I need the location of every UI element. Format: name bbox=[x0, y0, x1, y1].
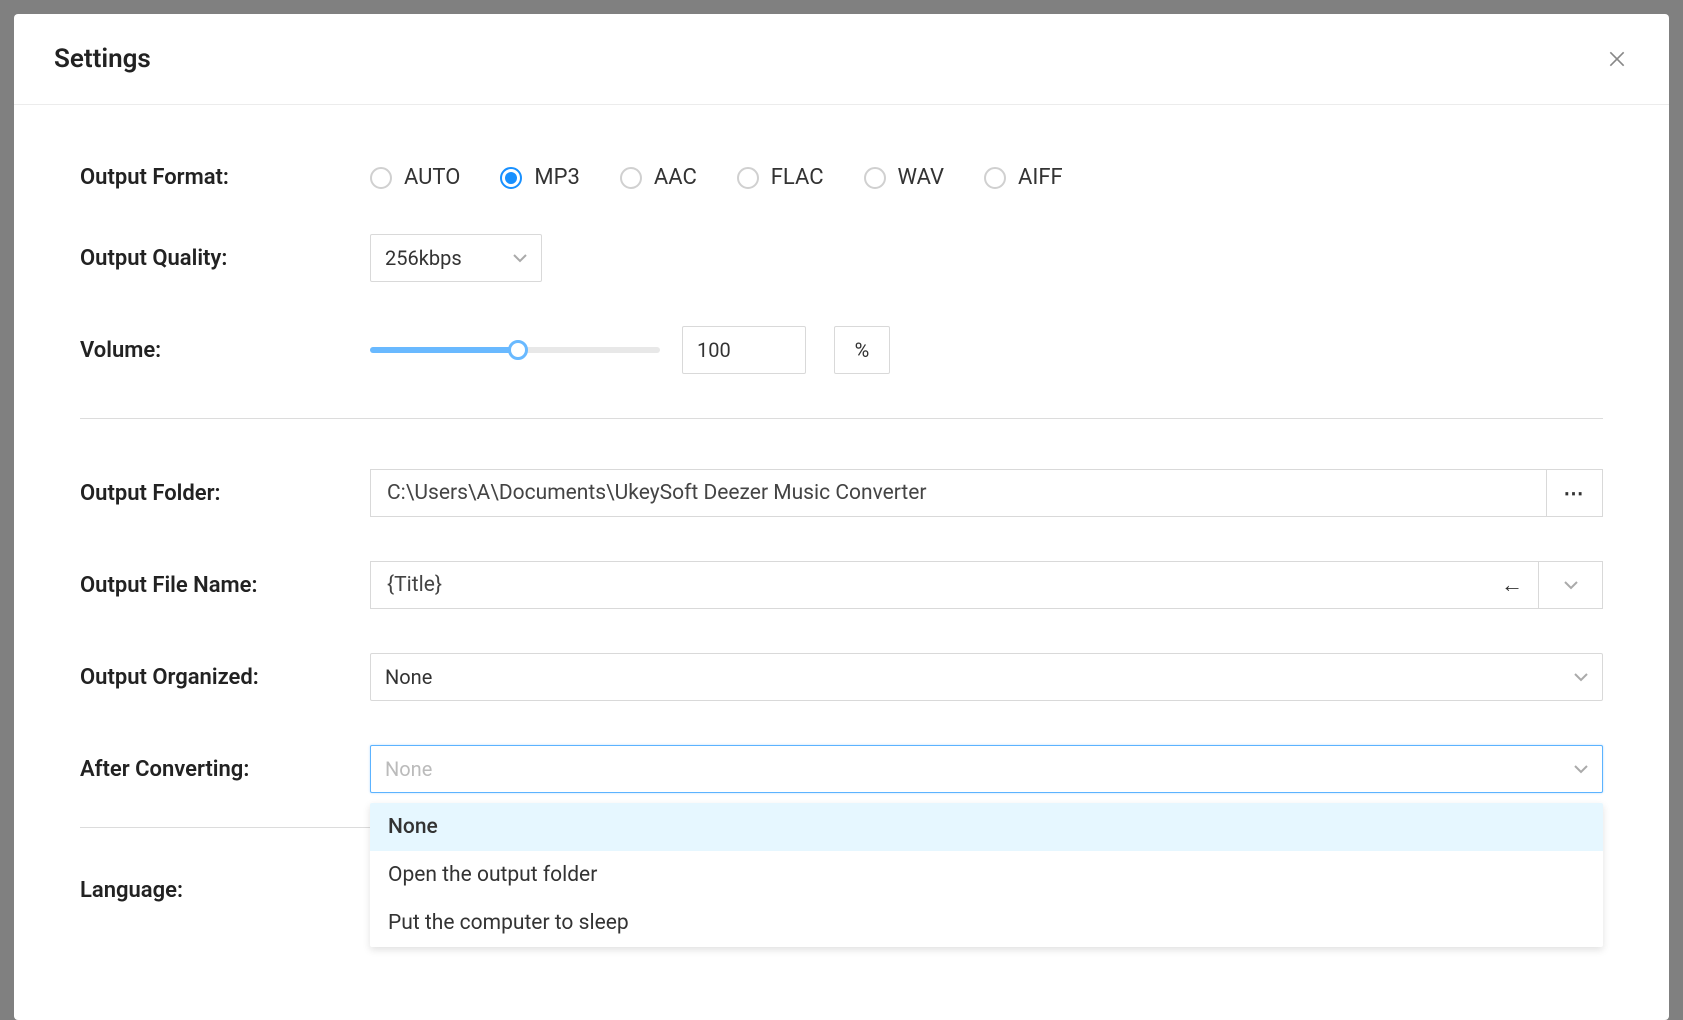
close-icon bbox=[1607, 49, 1627, 69]
after-converting-select[interactable]: None bbox=[370, 745, 1603, 793]
radio-icon bbox=[500, 167, 522, 189]
browse-button[interactable]: ⋯ bbox=[1547, 469, 1603, 517]
output-folder-input[interactable]: C:\Users\A\Documents\UkeySoft Deezer Mus… bbox=[370, 469, 1547, 517]
label-output-folder: Output Folder: bbox=[80, 481, 370, 506]
format-option-wav[interactable]: WAV bbox=[864, 165, 944, 190]
after-converting-control: None None Open the output folder Put the… bbox=[370, 745, 1603, 793]
radio-label: AUTO bbox=[404, 165, 460, 190]
ellipsis-icon: ⋯ bbox=[1564, 481, 1586, 505]
chevron-down-icon bbox=[1574, 670, 1588, 684]
format-option-aac[interactable]: AAC bbox=[620, 165, 697, 190]
label-after-converting: After Converting: bbox=[80, 757, 370, 782]
radio-label: AIFF bbox=[1018, 165, 1063, 190]
label-volume: Volume: bbox=[80, 338, 370, 363]
radio-label: FLAC bbox=[771, 165, 824, 190]
row-output-quality: Output Quality: 256kbps bbox=[80, 234, 1603, 282]
label-language: Language: bbox=[80, 878, 370, 903]
close-button[interactable] bbox=[1605, 47, 1629, 71]
arrow-left-icon: ← bbox=[1501, 572, 1523, 598]
slider-thumb[interactable] bbox=[508, 340, 528, 360]
row-volume: Volume: 100 % bbox=[80, 326, 1603, 374]
quality-select[interactable]: 256kbps bbox=[370, 234, 542, 282]
slider-fill bbox=[370, 347, 518, 353]
output-folder-control: C:\Users\A\Documents\UkeySoft Deezer Mus… bbox=[370, 469, 1603, 517]
radio-icon bbox=[737, 167, 759, 189]
radio-icon bbox=[864, 167, 886, 189]
format-option-flac[interactable]: FLAC bbox=[737, 165, 824, 190]
radio-label: WAV bbox=[898, 165, 944, 190]
output-organized-control: None bbox=[370, 653, 1603, 701]
volume-slider[interactable] bbox=[370, 347, 660, 353]
row-output-organized: Output Organized: None bbox=[80, 653, 1603, 701]
quality-value: 256kbps bbox=[385, 246, 462, 270]
settings-modal: Settings Output Format: AUTO MP3 bbox=[14, 14, 1669, 1020]
row-output-format: Output Format: AUTO MP3 AAC bbox=[80, 165, 1603, 190]
dropdown-option-open-folder[interactable]: Open the output folder bbox=[370, 851, 1603, 899]
output-filename-input[interactable]: {Title} bbox=[370, 561, 1539, 609]
radio-icon bbox=[620, 167, 642, 189]
modal-body: Output Format: AUTO MP3 AAC bbox=[14, 105, 1669, 903]
format-radio-group: AUTO MP3 AAC FLAC bbox=[370, 165, 1063, 190]
row-output-filename: Output File Name: {Title} ← bbox=[80, 561, 1603, 609]
format-option-mp3[interactable]: MP3 bbox=[500, 165, 579, 190]
dropdown-option-sleep[interactable]: Put the computer to sleep bbox=[370, 899, 1603, 947]
volume-value-input[interactable]: 100 bbox=[682, 326, 806, 374]
format-option-auto[interactable]: AUTO bbox=[370, 165, 460, 190]
format-option-aiff[interactable]: AIFF bbox=[984, 165, 1063, 190]
label-output-quality: Output Quality: bbox=[80, 246, 370, 271]
filename-tags-button[interactable] bbox=[1539, 561, 1603, 609]
modal-header: Settings bbox=[14, 14, 1669, 105]
organized-select[interactable]: None bbox=[370, 653, 1603, 701]
row-output-folder: Output Folder: C:\Users\A\Documents\Ukey… bbox=[80, 469, 1603, 517]
chevron-down-icon bbox=[1574, 762, 1588, 776]
dropdown-option-none[interactable]: None bbox=[370, 803, 1603, 851]
row-after-converting: After Converting: None None Open the out… bbox=[80, 745, 1603, 793]
volume-control: 100 % bbox=[370, 326, 1603, 374]
volume-unit: % bbox=[834, 326, 890, 374]
radio-label: MP3 bbox=[534, 165, 579, 190]
after-converting-value: None bbox=[385, 757, 432, 781]
radio-icon bbox=[984, 167, 1006, 189]
output-quality-control: 256kbps bbox=[370, 234, 1603, 282]
modal-title: Settings bbox=[54, 44, 151, 74]
chevron-down-icon bbox=[513, 251, 527, 265]
label-output-format: Output Format: bbox=[80, 165, 370, 190]
radio-icon bbox=[370, 167, 392, 189]
output-format-control: AUTO MP3 AAC FLAC bbox=[370, 165, 1603, 190]
label-output-filename: Output File Name: bbox=[80, 573, 370, 598]
organized-value: None bbox=[385, 665, 432, 689]
radio-label: AAC bbox=[654, 165, 697, 190]
label-output-organized: Output Organized: bbox=[80, 665, 370, 690]
after-converting-dropdown: None Open the output folder Put the comp… bbox=[370, 803, 1603, 947]
output-filename-control: {Title} ← bbox=[370, 561, 1603, 609]
chevron-down-icon bbox=[1564, 578, 1578, 592]
divider bbox=[80, 418, 1603, 419]
